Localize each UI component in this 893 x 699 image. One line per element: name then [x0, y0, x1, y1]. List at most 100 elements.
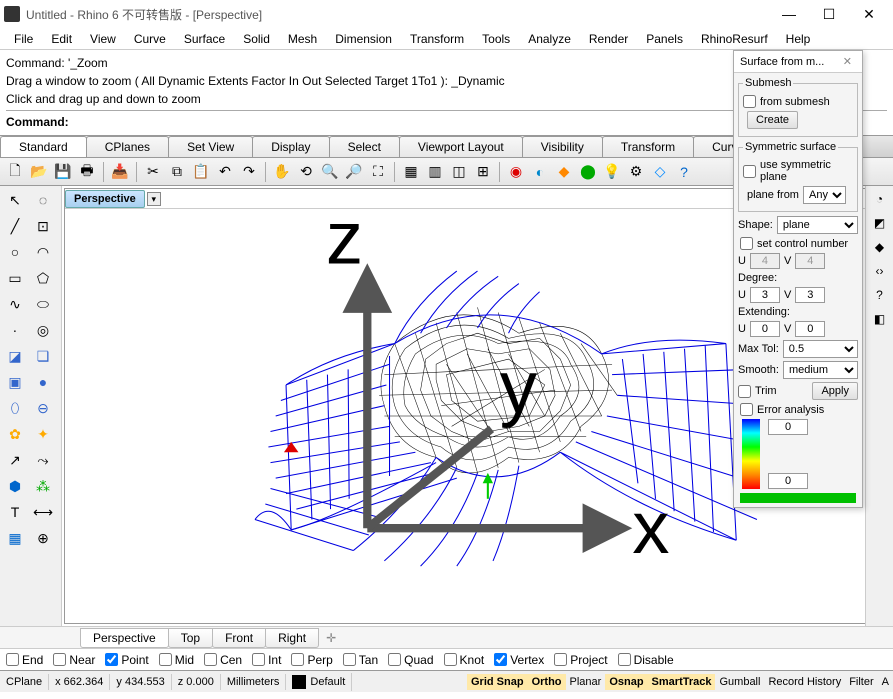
materials-icon[interactable]: ◇	[649, 161, 671, 183]
menu-edit[interactable]: Edit	[43, 30, 80, 48]
toolbar-tab[interactable]: Visibility	[522, 136, 603, 157]
save-icon[interactable]: 💾	[52, 161, 74, 183]
error-low-input[interactable]	[768, 473, 808, 489]
print-icon[interactable]: 🖶	[76, 161, 98, 183]
named-view-icon[interactable]: ▥	[424, 161, 446, 183]
osnap-point[interactable]: Point	[105, 653, 148, 667]
menu-panels[interactable]: Panels	[638, 30, 691, 48]
offset-icon[interactable]: ◎	[30, 318, 56, 342]
menu-render[interactable]: Render	[581, 30, 636, 48]
osnap-int[interactable]: Int	[252, 653, 281, 667]
render-icon[interactable]: ◉	[505, 161, 527, 183]
toolbar-tab[interactable]: Select	[329, 136, 400, 157]
status-toggle[interactable]: Grid Snap	[467, 674, 528, 690]
panel-tab-icon[interactable]: ‹›	[869, 260, 891, 282]
viewport-4-icon[interactable]: ⊞	[472, 161, 494, 183]
zoom-icon[interactable]: 🔍	[319, 161, 341, 183]
close-button[interactable]: ✕	[849, 0, 889, 28]
set-control-checkbox[interactable]	[740, 237, 753, 250]
v-extend-input[interactable]	[795, 321, 825, 337]
import-icon[interactable]: 📥	[109, 161, 131, 183]
point-icon[interactable]: ∙	[2, 318, 28, 342]
join-icon[interactable]: ⤳	[30, 448, 56, 472]
osnap-near[interactable]: Near	[53, 653, 95, 667]
move-icon[interactable]: ↗	[2, 448, 28, 472]
copy-icon[interactable]: ⧉	[166, 161, 188, 183]
osnap-disable[interactable]: Disable	[618, 653, 674, 667]
open-icon[interactable]: 📂	[28, 161, 50, 183]
toolbar-tab[interactable]: Display	[252, 136, 329, 157]
toolbar-tab[interactable]: Transform	[602, 136, 694, 157]
lasso-icon[interactable]: ◌	[30, 188, 56, 212]
gear-icon[interactable]: ✿	[2, 422, 28, 446]
status-toggle[interactable]: Filter	[845, 674, 877, 690]
explode-icon[interactable]: ✦	[30, 422, 56, 446]
create-button[interactable]: Create	[747, 111, 798, 129]
use-symmetric-checkbox[interactable]	[743, 165, 756, 178]
new-icon[interactable]: 🗋	[4, 161, 26, 183]
pointer-icon[interactable]: ↖	[2, 188, 28, 212]
group-icon[interactable]: ⬢	[2, 474, 28, 498]
osnap-quad[interactable]: Quad	[388, 653, 433, 667]
text-icon[interactable]: T	[2, 500, 28, 524]
undo-icon[interactable]: ↶	[214, 161, 236, 183]
status-toggle[interactable]: Record History	[764, 674, 845, 690]
status-toggle[interactable]: Ortho	[528, 674, 566, 690]
loft-icon[interactable]: ❏	[30, 344, 56, 368]
menu-solid[interactable]: Solid	[235, 30, 278, 48]
from-submesh-checkbox[interactable]	[743, 95, 756, 108]
toolbar-tab[interactable]: Standard	[0, 136, 87, 157]
shape-select[interactable]: plane	[777, 216, 858, 234]
menu-view[interactable]: View	[82, 30, 124, 48]
osnap-knot[interactable]: Knot	[444, 653, 485, 667]
menu-rhinoresurf[interactable]: RhinoResurf	[693, 30, 776, 48]
status-toggle[interactable]: SmartTrack	[648, 674, 716, 690]
osnap-tan[interactable]: Tan	[343, 653, 378, 667]
cylinder-icon[interactable]: ⬯	[2, 396, 28, 420]
view-tab[interactable]: Perspective	[80, 628, 169, 648]
layers-icon[interactable]: ◆	[553, 161, 575, 183]
osnap-cen[interactable]: Cen	[204, 653, 242, 667]
shade-icon[interactable]: ◐	[529, 161, 551, 183]
array-icon[interactable]: ⁂	[30, 474, 56, 498]
cplane-icon[interactable]: ▦	[400, 161, 422, 183]
redo-icon[interactable]: ↷	[238, 161, 260, 183]
box-icon[interactable]: ▣	[2, 370, 28, 394]
surface-icon[interactable]: ◪	[2, 344, 28, 368]
add-view-tab[interactable]: ✛	[318, 629, 344, 647]
menu-transform[interactable]: Transform	[402, 30, 472, 48]
toolbar-tab[interactable]: Viewport Layout	[399, 136, 523, 157]
ellipse-icon[interactable]: ⬭	[30, 292, 56, 316]
surface-from-mesh-panel[interactable]: Surface from m... ✕ Submesh from submesh…	[733, 50, 863, 508]
menu-file[interactable]: File	[6, 30, 41, 48]
panel-tab-icon[interactable]: ◩	[869, 212, 891, 234]
maxtol-select[interactable]: 0.5	[783, 340, 858, 358]
status-units[interactable]: Millimeters	[221, 674, 287, 690]
error-analysis-checkbox[interactable]	[740, 403, 753, 416]
status-toggle[interactable]: Osnap	[605, 674, 647, 690]
dimension-icon[interactable]: ⟷	[30, 500, 56, 524]
osnap-perp[interactable]: Perp	[291, 653, 332, 667]
plane-from-select[interactable]: Any	[803, 186, 846, 204]
panel-close-icon[interactable]: ✕	[839, 55, 856, 68]
osnap-vertex[interactable]: Vertex	[494, 653, 544, 667]
panel-tab-icon[interactable]: ◔	[869, 188, 891, 210]
pan-icon[interactable]: ✋	[271, 161, 293, 183]
status-toggle[interactable]: A	[878, 674, 893, 690]
panel-tab-icon[interactable]: ◧	[869, 308, 891, 330]
status-layer[interactable]: Default	[286, 673, 352, 691]
menu-help[interactable]: Help	[778, 30, 819, 48]
menu-analyze[interactable]: Analyze	[520, 30, 579, 48]
panel-tab-icon[interactable]: ◆	[869, 236, 891, 258]
viewport-label[interactable]: Perspective	[65, 190, 145, 208]
smooth-select[interactable]: medium	[783, 361, 858, 379]
status-toggle[interactable]: Gumball	[715, 674, 764, 690]
rectangle-icon[interactable]: ▭	[2, 266, 28, 290]
light-icon[interactable]: 💡	[601, 161, 623, 183]
v-degree-input[interactable]	[795, 287, 825, 303]
menu-curve[interactable]: Curve	[126, 30, 174, 48]
rotate-icon[interactable]: ⟲	[295, 161, 317, 183]
polyline-icon[interactable]: ╱	[2, 214, 28, 238]
view-tab[interactable]: Top	[168, 628, 213, 648]
polygon-icon[interactable]: ⬠	[30, 266, 56, 290]
